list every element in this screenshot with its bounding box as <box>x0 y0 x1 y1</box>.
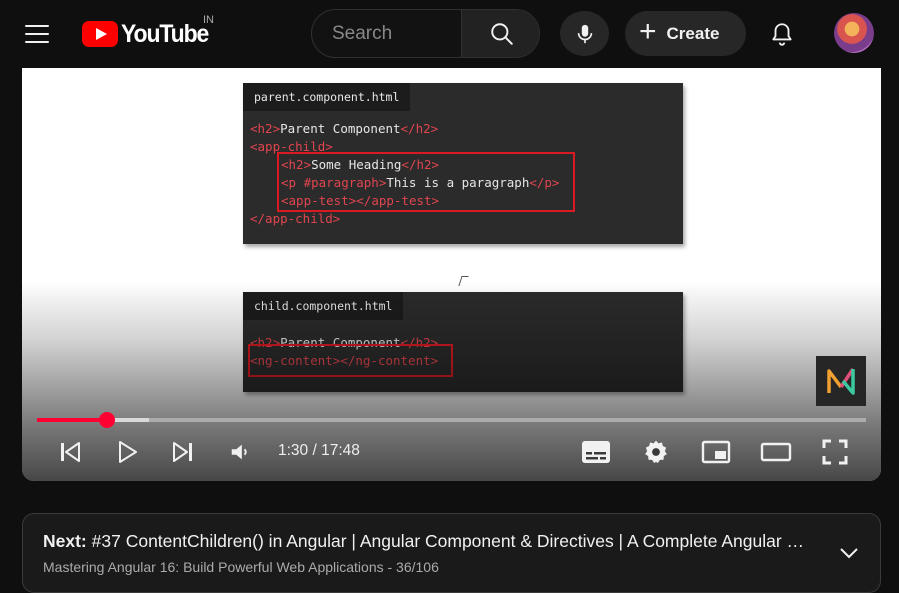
theater-mode-button[interactable] <box>758 434 794 470</box>
play-button[interactable] <box>113 434 143 470</box>
mouse-cursor-icon <box>458 276 469 286</box>
create-label: Create <box>666 23 720 43</box>
fullscreen-icon <box>822 439 848 465</box>
top-bar: YouTube IN + Create <box>0 0 899 68</box>
code-panel-child: child.component.html <h2>Parent Componen… <box>243 292 683 392</box>
channel-logo-icon <box>827 368 855 395</box>
subtitles-button[interactable] <box>578 434 614 470</box>
fullscreen-button[interactable] <box>817 434 853 470</box>
channel-watermark[interactable] <box>816 356 866 406</box>
expand-button[interactable] <box>837 541 861 565</box>
logo-text: YouTube <box>121 19 209 48</box>
code-panel-parent: parent.component.html <h2>Parent Compone… <box>243 83 683 244</box>
microphone-icon <box>577 24 592 43</box>
settings-button[interactable] <box>638 434 674 470</box>
search-button[interactable] <box>461 10 539 57</box>
next-title-text: #37 ContentChildren() in Angular | Angul… <box>91 531 813 551</box>
code-filename: child.component.html <box>243 292 404 320</box>
next-button[interactable] <box>168 434 198 470</box>
next-video-title[interactable]: Next: #37 ContentChildren() in Angular |… <box>43 531 813 552</box>
miniplayer-icon <box>701 440 731 464</box>
search-input[interactable] <box>312 10 462 57</box>
miniplayer-button[interactable] <box>698 434 734 470</box>
code-highlight-box <box>277 152 575 212</box>
captions-icon <box>582 441 610 463</box>
play-icon <box>119 441 137 463</box>
skip-previous-icon <box>61 442 80 462</box>
video-player[interactable]: parent.component.html <h2>Parent Compone… <box>22 68 881 481</box>
volume-button[interactable] <box>225 434 255 470</box>
theater-mode-icon <box>760 442 792 462</box>
avatar[interactable] <box>834 13 874 53</box>
next-label: Next: <box>43 531 87 551</box>
progress-scrubber[interactable] <box>98 412 115 428</box>
bell-icon <box>772 23 792 46</box>
code-line: </app-child> <box>250 211 341 226</box>
code-line: <h2>Parent Component</h2> <box>250 121 439 136</box>
search-icon <box>490 22 513 45</box>
next-playlist-subtitle: Mastering Angular 16: Build Powerful Web… <box>43 559 439 575</box>
country-code: IN <box>203 14 214 26</box>
voice-search-button[interactable] <box>560 11 609 56</box>
progress-bar[interactable] <box>37 412 866 428</box>
youtube-play-icon <box>82 21 118 47</box>
youtube-logo[interactable]: YouTube <box>82 20 216 48</box>
notifications-button[interactable] <box>762 14 802 54</box>
code-filename: parent.component.html <box>243 83 411 111</box>
time-display: 1:30 / 17:48 <box>278 442 360 459</box>
gear-icon <box>645 440 667 464</box>
volume-icon <box>231 444 247 460</box>
create-button[interactable]: + Create <box>625 11 746 56</box>
code-highlight-box <box>248 344 453 377</box>
skip-next-icon <box>173 442 192 462</box>
next-video-card[interactable]: Next: #37 ContentChildren() in Angular |… <box>22 513 881 593</box>
chevron-down-icon <box>840 548 858 559</box>
plus-icon: + <box>639 15 657 48</box>
progress-played <box>37 418 107 422</box>
menu-icon[interactable] <box>19 16 55 52</box>
previous-button[interactable] <box>55 434 85 470</box>
search-box <box>311 9 540 58</box>
